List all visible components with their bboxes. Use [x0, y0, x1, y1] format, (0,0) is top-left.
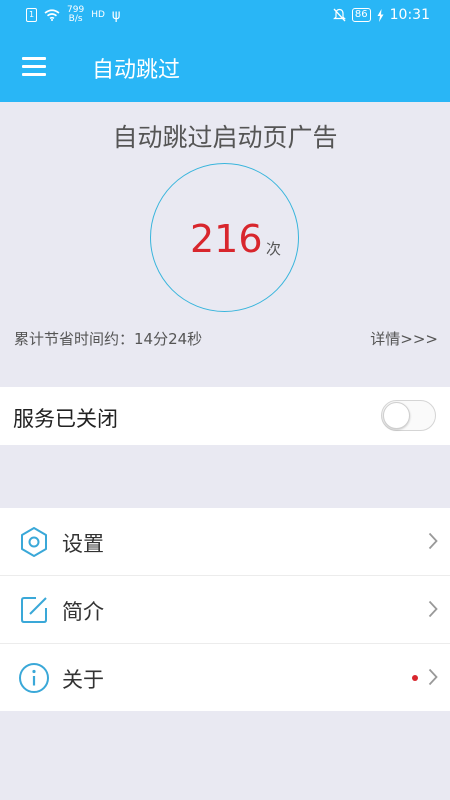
menu-item-label: 简介 — [62, 600, 104, 624]
skip-count-unit: 次 — [266, 240, 282, 258]
network-speed: 799 B/s — [67, 6, 84, 24]
service-row: 服务已关闭 — [0, 387, 450, 445]
status-right: 86 10:31 — [332, 7, 430, 23]
menu-item-label: 设置 — [62, 532, 104, 556]
usb-icon: ψ — [111, 7, 121, 23]
menu-item-about[interactable]: 关于 — [0, 644, 450, 711]
edit-square-icon — [21, 597, 47, 623]
service-status-label: 服务已关闭 — [13, 407, 118, 431]
notification-badge — [412, 675, 418, 681]
status-bar: 1 799 B/s HD ψ 86 10:31 — [0, 0, 450, 32]
hamburger-menu-icon[interactable] — [22, 57, 46, 76]
battery-icon: 86 — [351, 8, 371, 22]
hexagon-settings-icon — [21, 527, 47, 557]
app-bar: 自动跳过 — [0, 32, 450, 102]
skip-count: 216 — [190, 217, 263, 261]
wifi-icon — [44, 9, 60, 21]
chevron-right-icon — [428, 532, 438, 550]
details-link[interactable]: 详情>>> — [370, 328, 438, 349]
chevron-right-icon — [428, 600, 438, 618]
menu-list: 设置 简介 关于 — [0, 508, 450, 711]
charging-icon — [377, 8, 384, 22]
network-type-label: HD — [91, 10, 105, 20]
mute-icon — [332, 8, 346, 22]
menu-item-settings[interactable]: 设置 — [0, 508, 450, 576]
chevron-right-icon — [428, 668, 438, 686]
app-title: 自动跳过 — [92, 58, 181, 83]
menu-item-label: 关于 — [62, 668, 104, 692]
sim-icon: 1 — [26, 8, 37, 22]
hero-title: 自动跳过启动页广告 — [112, 123, 338, 152]
time-saved-text: 累计节省时间约：14分24秒 — [14, 330, 203, 348]
info-circle-icon — [19, 663, 49, 693]
toggle-knob — [383, 402, 410, 429]
network-speed-unit: B/s — [68, 14, 83, 24]
status-time: 10:31 — [389, 7, 430, 23]
menu-item-intro[interactable]: 简介 — [0, 576, 450, 644]
service-toggle[interactable] — [381, 400, 436, 431]
status-left: 1 799 B/s HD ψ — [26, 6, 120, 24]
